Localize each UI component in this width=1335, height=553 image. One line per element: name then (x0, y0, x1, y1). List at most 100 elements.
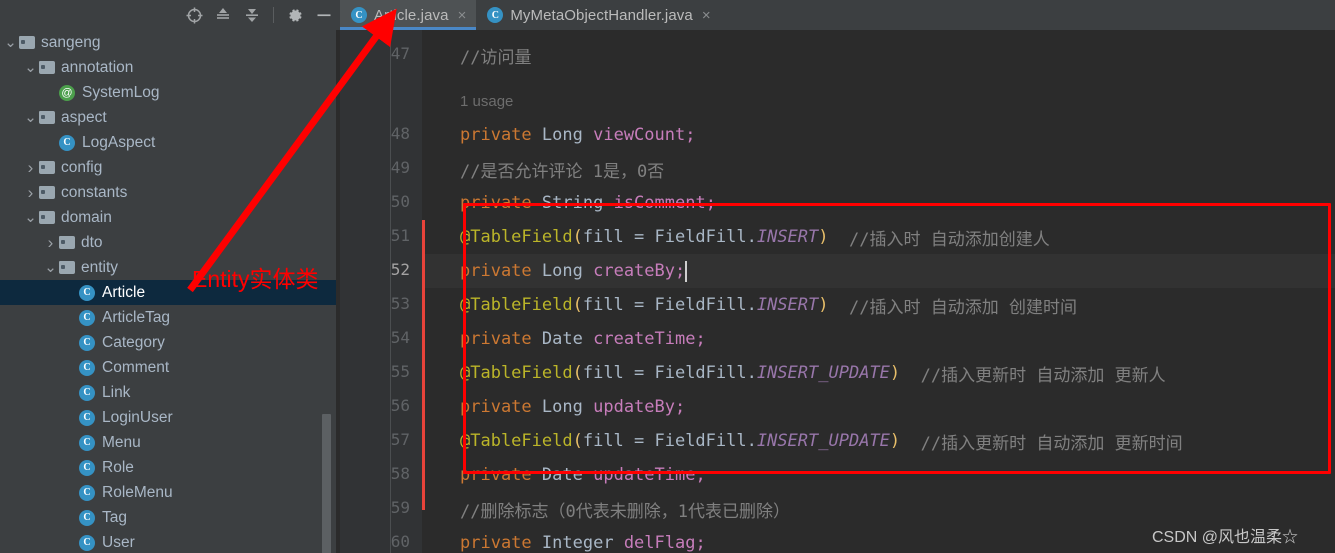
tree-item-user[interactable]: C User (0, 530, 340, 553)
identifier-token: createTime (593, 329, 696, 349)
close-paren: ) (889, 363, 901, 383)
gutter-line-number: 48 (390, 124, 410, 143)
tree-item-entity[interactable]: ⌄ entity (0, 255, 340, 280)
folder-icon (39, 111, 55, 124)
tree-item-link[interactable]: C Link (0, 380, 340, 405)
gutter-line-number: 49 (390, 158, 410, 177)
gutter-line-number: 53 (390, 294, 410, 313)
tree-item-menu[interactable]: C Menu (0, 430, 340, 455)
java-class-icon: C (351, 7, 367, 23)
open-paren: ( (572, 431, 583, 451)
tree-item-category[interactable]: C Category (0, 330, 340, 355)
chevron-down-icon[interactable]: ⌄ (22, 110, 39, 125)
java-class-icon: C (79, 384, 95, 401)
gutter-line-number: 47 (390, 44, 410, 63)
java-class-icon: C (79, 484, 95, 501)
chevron-right-icon[interactable]: › (42, 234, 59, 251)
sidebar-scrollbar-thumb[interactable] (322, 414, 331, 553)
tree-item-config[interactable]: › config (0, 155, 340, 180)
gutter-line-number: 54 (390, 328, 410, 347)
tree-item-tag[interactable]: C Tag (0, 505, 340, 530)
tab-mymetaobjecthandler-java[interactable]: C MyMetaObjectHandler.java × (476, 0, 720, 30)
tree-item-articletag[interactable]: C ArticleTag (0, 305, 340, 330)
tree-item-systemlog[interactable]: @ SystemLog (0, 80, 340, 105)
semicolon-token: ; (695, 329, 706, 349)
semicolon-token: ; (695, 533, 706, 553)
keyword-token: private (460, 329, 532, 349)
tree-item-logaspect[interactable]: C LogAspect (0, 130, 340, 155)
semicolon-token: ; (685, 125, 696, 145)
collapse-all-icon[interactable] (242, 5, 262, 25)
java-class-icon: C (59, 134, 75, 151)
tree-item-loginuser[interactable]: C LoginUser (0, 405, 340, 430)
chevron-down-icon[interactable]: ⌄ (22, 60, 39, 75)
code-line-55-tablefield: @TableField(fill = FieldFill. INSERT_UPDA… (422, 356, 1335, 390)
chevron-down-icon[interactable]: ⌄ (2, 35, 19, 50)
code-content[interactable]: //访问量 1 usage private Long viewCount; //是否允… (422, 30, 1335, 553)
annotation-token: @TableField (460, 431, 573, 451)
tree-item-label: LoginUser (102, 408, 173, 426)
java-class-icon: C (79, 309, 95, 326)
code-line-58-updatetime: private Date updateTime; (422, 458, 1335, 492)
java-class-icon: C (79, 434, 95, 451)
keyword-token: private (460, 533, 532, 553)
semicolon-token: ; (675, 261, 686, 281)
identifier-token: viewCount (593, 125, 686, 145)
type-token: Date (541, 465, 583, 485)
ide-window: C Article.java × C MyMetaObjectHandler.j… (0, 0, 1335, 553)
semicolon-token: ; (705, 193, 716, 213)
close-icon[interactable]: × (458, 8, 467, 23)
tree-item-label: LogAspect (82, 133, 156, 151)
java-class-icon: C (79, 334, 95, 351)
project-tree: ⌄ sangeng ⌄ annotation @ SystemLog ⌄ aspect C Log… (0, 30, 340, 553)
identifier-token: updateTime (593, 465, 696, 485)
tree-item-label: annotation (61, 58, 134, 76)
chevron-down-icon[interactable]: ⌄ (22, 210, 39, 225)
close-icon[interactable]: × (702, 8, 711, 23)
select-opened-file-icon[interactable] (184, 5, 204, 25)
project-tree-panel[interactable]: ⌄ sangeng ⌄ annotation @ SystemLog ⌄ aspect C Log… (0, 30, 340, 553)
tree-item-comment[interactable]: C Comment (0, 355, 340, 380)
code-editor[interactable]: 47 48 49 50 51 52 53 54 55 56 57 58 59 60 //访问量 1 usag… (340, 30, 1335, 553)
java-class-icon: C (79, 359, 95, 376)
hide-window-icon[interactable] (314, 5, 334, 25)
chevron-right-icon[interactable]: › (22, 184, 39, 201)
code-line-53-tablefield: @TableField(fill = FieldFill. INSERT) //插… (422, 288, 1335, 322)
gutter-line-number: 51 (390, 226, 410, 245)
editor-tab-bar: C Article.java × C MyMetaObjectHandler.j… (340, 0, 1335, 30)
chevron-down-icon[interactable]: ⌄ (42, 260, 59, 275)
tree-item-label: Link (102, 383, 131, 401)
annotation-argument: fill = FieldFill. (582, 431, 757, 451)
annotation-argument: fill = FieldFill. (582, 363, 757, 383)
folder-icon (39, 161, 55, 174)
tree-item-dto[interactable]: › dto (0, 230, 340, 255)
tree-item-annotation[interactable]: ⌄ annotation (0, 55, 340, 80)
semicolon-token: ; (675, 397, 686, 417)
tab-label: MyMetaObjectHandler.java (510, 6, 693, 24)
tree-item-label: Role (102, 458, 134, 476)
tree-item-aspect[interactable]: ⌄ aspect (0, 105, 340, 130)
line-comment: //删除标志（0代表未删除，1代表已删除） (460, 501, 790, 522)
line-comment: //插入更新时 自动添加 更新人 (920, 365, 1166, 386)
folder-icon (39, 211, 55, 224)
tree-item-sangeng[interactable]: ⌄ sangeng (0, 30, 340, 55)
usage-hint-label[interactable]: 1 usage (460, 93, 513, 110)
tree-item-article[interactable]: C Article (0, 280, 340, 305)
enum-constant-token: INSERT_UPDATE (756, 363, 890, 383)
enum-constant-token: INSERT_UPDATE (756, 431, 890, 451)
type-token: Long (541, 261, 583, 281)
chevron-right-icon[interactable]: › (22, 159, 39, 176)
tree-item-domain[interactable]: ⌄ domain (0, 205, 340, 230)
code-line-56-updateby: private Long updateBy; (422, 390, 1335, 424)
open-paren: ( (572, 227, 583, 247)
inlay-usage-hint: 1 usage (422, 84, 1335, 118)
tree-item-rolemenu[interactable]: C RoleMenu (0, 480, 340, 505)
line-number-gutter: 47 48 49 50 51 52 53 54 55 56 57 58 59 60 (340, 30, 422, 553)
semicolon-token: ; (695, 465, 706, 485)
tree-item-role[interactable]: C Role (0, 455, 340, 480)
settings-gear-icon[interactable] (285, 5, 305, 25)
tab-article-java[interactable]: C Article.java × (340, 0, 477, 30)
tree-item-constants[interactable]: › constants (0, 180, 340, 205)
identifier-token: createBy (593, 261, 675, 281)
expand-all-icon[interactable] (213, 5, 233, 25)
